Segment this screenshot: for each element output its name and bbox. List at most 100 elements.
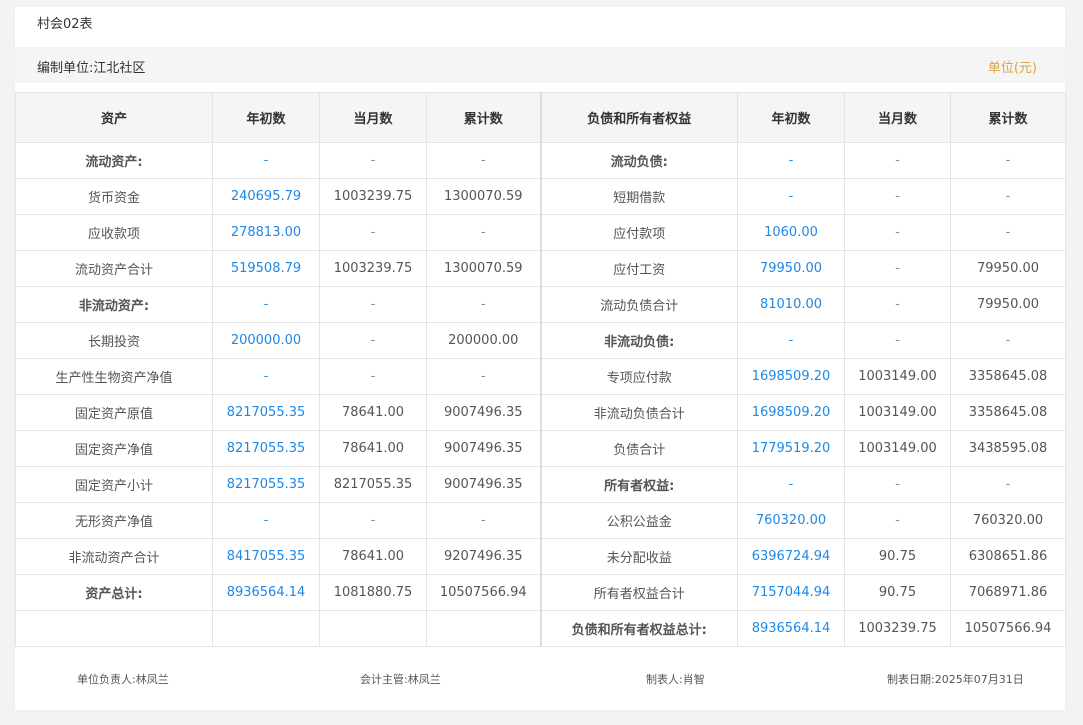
table-cell: - [950,322,1066,359]
table-cell [212,610,320,647]
table-cell: 8417055.35 [212,538,320,575]
table-cell: - [844,322,951,359]
org-label: 编制单位:江北社区 [37,61,146,76]
table-cell: - [737,178,845,215]
table-cell: 1060.00 [737,214,845,251]
table-cell: 3438595.08 [950,430,1066,467]
table-row: 非流动资产合计 8417055.35 78641.00 9207496.35 未分配收益… [15,538,1066,575]
table-cell: - [426,286,541,323]
table-cell: - [737,322,845,359]
table-cell: 78641.00 [319,430,427,467]
table-cell: 6396724.94 [737,538,845,575]
table-cell: 固定资产原值 [15,394,213,431]
table-cell: - [319,142,427,179]
table-cell: - [737,142,845,179]
table-cell: 78641.00 [319,394,427,431]
table-row: 固定资产小计 8217055.35 8217055.35 9007496.35 所有者权… [15,466,1066,503]
header-cell: 年初数 [212,92,320,143]
table-cell: 760320.00 [737,502,845,539]
table-cell: - [319,322,427,359]
footer-preparer: 制表人:肖智 [646,673,705,686]
table-row: 固定资产原值 8217055.35 78641.00 9007496.35 非流动负债合… [15,394,1066,431]
table-cell: 非流动负债合计 [539,394,738,431]
footer-date: 制表日期:2025年07月31日 [887,673,1024,686]
table-cell: 9007496.35 [426,466,541,503]
table-cell: 7068971.86 [950,574,1066,611]
table-row: 流动资产: - - - 流动负债: - - - [15,142,1066,179]
table-cell: 10507566.94 [950,610,1066,647]
table-cell: 1698509.20 [737,358,845,395]
table-cell: 79950.00 [737,250,845,287]
table-cell: 81010.00 [737,286,845,323]
table-cell: 90.75 [844,538,951,575]
table-cell: 8217055.35 [212,430,320,467]
table-cell: - [426,358,541,395]
table-row: 无形资产净值 - - - 公积公益金 760320.00-760320.00 [15,502,1066,539]
header-cell: 年初数 [737,92,845,143]
table-cell: 1003149.00 [844,394,951,431]
report-card: 村会02表 编制单位:江北社区 单位(元) 资产 年初数 当月数 累计数 负债和… [15,7,1066,710]
table-cell: 所有者权益: [539,466,738,503]
table-cell: 资产总计: [15,574,213,611]
table-cell: 8936564.14 [212,574,320,611]
table-row: 固定资产净值 8217055.35 78641.00 9007496.35 负债合计 17… [15,430,1066,467]
table-cell: 1003239.75 [844,610,951,647]
table-cell: 79950.00 [950,286,1066,323]
table-cell: - [212,502,320,539]
table-cell: 生产性生物资产净值 [15,358,213,395]
table-cell: 固定资产净值 [15,430,213,467]
table-cell: 240695.79 [212,178,320,215]
header-cell: 资产 [15,92,213,143]
table-cell: 货币资金 [15,178,213,215]
table-cell: 200000.00 [426,322,541,359]
table-cell: 所有者权益合计 [539,574,738,611]
table-cell: 1081880.75 [319,574,427,611]
org-bar: 编制单位:江北社区 单位(元) [15,47,1065,83]
table-cell: 1003149.00 [844,430,951,467]
table-cell: 1003149.00 [844,358,951,395]
table-cell: 8217055.35 [319,466,427,503]
table-row: 应收款项 278813.00- - 应付款项 1060.00- - [15,214,1066,251]
table-row: 负债和所有者权益总计: 8936564.14 1003239.75 10507566.… [15,610,1066,647]
table-cell: 9007496.35 [426,430,541,467]
header-cell: 当月数 [319,92,427,143]
table-cell: 未分配收益 [539,538,738,575]
table-row: 货币资金 240695.79 1003239.75 1300070.59 短期借款 - - - [15,178,1066,215]
unit-label: 单位(元) [987,61,1037,76]
table-cell: 519508.79 [212,250,320,287]
table-cell: 8936564.14 [737,610,845,647]
table-cell: - [319,502,427,539]
table-cell: 9207496.35 [426,538,541,575]
table-cell: 非流动资产: [15,286,213,323]
table-cell: 应付款项 [539,214,738,251]
table-cell: 流动资产合计 [15,250,213,287]
header-cell: 当月数 [844,92,951,143]
table-cell: 9007496.35 [426,394,541,431]
table-cell: 200000.00 [212,322,320,359]
table-cell: 专项应付款 [539,358,738,395]
table-cell: 短期借款 [539,178,738,215]
table-cell: - [426,502,541,539]
table-cell: 非流动负债: [539,322,738,359]
table-cell: - [950,178,1066,215]
table-cell [319,610,427,647]
table-cell: 6308651.86 [950,538,1066,575]
table-cell: - [950,466,1066,503]
header-cell: 累计数 [950,92,1066,143]
table-cell: 1779519.20 [737,430,845,467]
table-row: 非流动资产: - - - 流动负债合计 81010.00-79950.00 [15,286,1066,323]
table-cell: 7157044.94 [737,574,845,611]
table-cell: 10507566.94 [426,574,541,611]
table-cell: 非流动资产合计 [15,538,213,575]
table-cell [426,610,541,647]
table-cell: 1698509.20 [737,394,845,431]
table-cell: 无形资产净值 [15,502,213,539]
table-cell: - [844,502,951,539]
footer-unit-head: 单位负责人:林凤兰 [77,673,169,686]
table-cell: - [844,466,951,503]
table-row: 长期投资 200000.00-200000.00 非流动负债: - - - [15,322,1066,359]
table-cell: - [426,214,541,251]
table-row: 流动资产合计 519508.79 1003239.75 1300070.59 应付工资 7… [15,250,1066,287]
table-cell: 1003239.75 [319,178,427,215]
table-cell: 278813.00 [212,214,320,251]
